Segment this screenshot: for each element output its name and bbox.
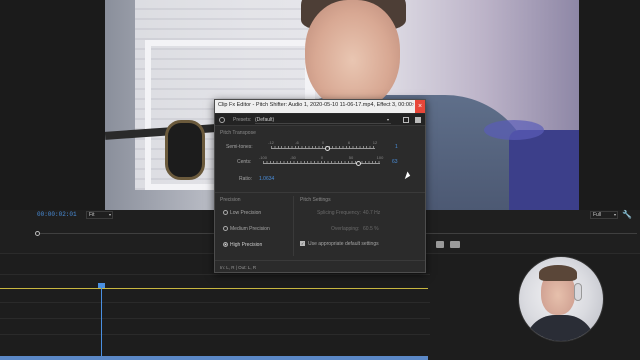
chevron-down-icon: ▾ bbox=[108, 212, 111, 217]
semitones-label: Semi-tones: bbox=[226, 144, 253, 150]
chevron-down-icon: ▾ bbox=[386, 117, 389, 122]
splicing-frequency-label: Splicing Frequency: bbox=[317, 210, 361, 216]
resolution-select[interactable]: Full ▾ bbox=[590, 211, 618, 219]
medium-precision-radio[interactable] bbox=[223, 226, 228, 231]
cents-slider-thumb[interactable] bbox=[355, 161, 361, 166]
cents-label: Cents: bbox=[237, 159, 252, 165]
semitones-tick-label: 0 bbox=[321, 140, 325, 145]
default-settings-label[interactable]: Use appropriate default settings bbox=[308, 241, 379, 247]
low-precision-label[interactable]: Low Precision bbox=[230, 210, 261, 216]
insert-button-icon[interactable] bbox=[450, 241, 460, 248]
track-divider bbox=[0, 334, 430, 335]
headphones bbox=[574, 283, 582, 301]
ratio-label: Ratio: bbox=[239, 176, 253, 182]
low-precision-radio[interactable] bbox=[223, 210, 228, 215]
overlapping-label: Overlapping: bbox=[331, 226, 360, 232]
monitor-scrubber-head[interactable] bbox=[35, 231, 40, 236]
channel-io-label: In: L, R | Out: L, R bbox=[220, 265, 257, 270]
dialog-titlebar[interactable]: Clip Fx Editor - Pitch Shifter: Audio 1,… bbox=[215, 100, 425, 113]
presets-row: Presets: (Default) ▾ bbox=[215, 114, 425, 126]
zoom-fit-select[interactable]: Fit ▾ bbox=[86, 211, 113, 219]
preset-select[interactable]: (Default) ▾ bbox=[255, 116, 391, 124]
pitch-transpose-heading: Pitch Transpose bbox=[220, 130, 256, 136]
zoom-fit-label: Fit bbox=[89, 212, 95, 218]
precision-heading: Precision bbox=[220, 197, 241, 203]
section-divider bbox=[215, 260, 425, 261]
track-divider bbox=[0, 274, 430, 275]
column-divider bbox=[293, 196, 294, 256]
semitones-tick-label: 12 bbox=[372, 140, 378, 145]
lamp bbox=[484, 120, 544, 140]
right-panel bbox=[579, 0, 640, 210]
chevron-down-icon: ▾ bbox=[613, 212, 616, 217]
semitones-slider-track[interactable] bbox=[271, 148, 375, 149]
playhead-timecode[interactable]: 00:00:02:01 bbox=[37, 211, 77, 218]
cents-tick-label: 0 bbox=[320, 155, 324, 160]
semitones-tick-label: -12 bbox=[268, 140, 274, 145]
ratio-value[interactable]: 1.0634 bbox=[259, 176, 274, 182]
webcam-person-hair bbox=[539, 265, 577, 281]
resolution-label: Full bbox=[593, 212, 602, 218]
high-precision-radio[interactable] bbox=[223, 242, 228, 247]
cents-tick-label: -50 bbox=[290, 155, 296, 160]
semitones-tick-label: -6 bbox=[295, 140, 299, 145]
cents-tick-label: 50 bbox=[348, 155, 354, 160]
presets-label: Presets: bbox=[233, 117, 252, 123]
semitones-value[interactable]: 1 bbox=[395, 144, 398, 150]
cents-value[interactable]: 63 bbox=[392, 159, 398, 165]
pitch-settings-heading: Pitch Settings bbox=[300, 197, 331, 203]
playhead-line[interactable] bbox=[101, 283, 102, 360]
person-head bbox=[305, 0, 400, 110]
section-divider bbox=[215, 192, 425, 193]
webcam-overlay bbox=[518, 256, 604, 342]
clip-fx-editor-dialog: Clip Fx Editor - Pitch Shifter: Audio 1,… bbox=[214, 99, 426, 273]
cents-tick-label: -100 bbox=[258, 155, 268, 160]
webcam-person-shirt bbox=[525, 315, 595, 341]
overlapping-value[interactable]: 60.5 % bbox=[363, 226, 379, 232]
dialog-title: Clip Fx Editor - Pitch Shifter: Audio 1,… bbox=[218, 102, 414, 108]
save-preset-icon[interactable] bbox=[403, 117, 409, 123]
default-settings-checkbox[interactable]: ✓ bbox=[300, 241, 305, 246]
splicing-frequency-value[interactable]: 40.7 Hz bbox=[363, 210, 380, 216]
cents-slider-track[interactable] bbox=[263, 163, 380, 164]
audio-clip[interactable] bbox=[0, 356, 428, 360]
left-panel bbox=[0, 0, 105, 210]
delete-preset-icon[interactable] bbox=[415, 117, 421, 123]
chair bbox=[509, 130, 579, 210]
track-divider bbox=[0, 318, 430, 319]
work-area-bar[interactable] bbox=[0, 288, 428, 289]
close-icon[interactable]: × bbox=[415, 100, 425, 113]
wrench-icon[interactable]: 🔧 bbox=[622, 210, 632, 219]
export-frame-icon[interactable] bbox=[436, 241, 444, 248]
preset-value: (Default) bbox=[255, 117, 275, 123]
high-precision-label[interactable]: High Precision bbox=[230, 242, 262, 248]
medium-precision-label[interactable]: Medium Precision bbox=[230, 226, 270, 232]
track-divider bbox=[0, 302, 430, 303]
power-icon[interactable] bbox=[219, 117, 225, 123]
semitones-slider-thumb[interactable] bbox=[324, 146, 330, 151]
microphone bbox=[165, 120, 205, 180]
cents-tick-label: 100 bbox=[376, 155, 384, 160]
semitones-tick-label: 6 bbox=[347, 140, 351, 145]
